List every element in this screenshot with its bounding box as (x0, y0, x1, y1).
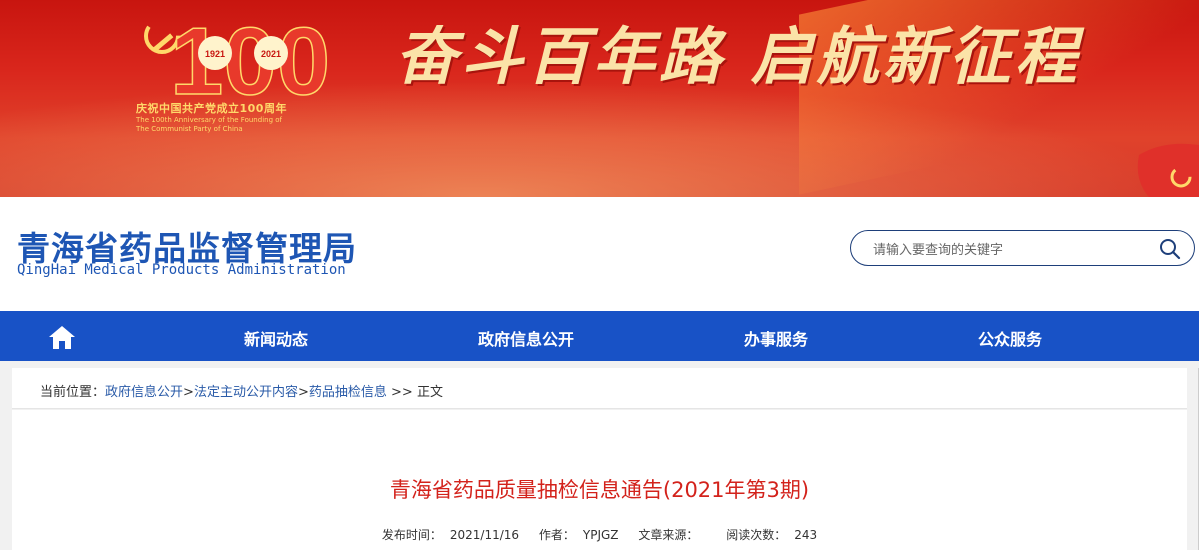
top-banner: 100 1921 2021 庆祝中国共产党成立100周年 The 100th A… (0, 0, 1199, 197)
nav-item-services[interactable]: 办事服务 (744, 326, 808, 350)
search-icon[interactable] (1158, 237, 1182, 261)
logo-caption-en-2: The Communist Party of China (136, 125, 243, 133)
site-header: 青海省药品监督管理局 QingHai Medical Products Admi… (0, 197, 1199, 311)
views-count: 243 (794, 528, 818, 542)
search-box (850, 230, 1195, 266)
banner-slogan: 奋斗百年路 启航新征程 (395, 20, 1081, 93)
article-panel: 青海省药品质量抽检信息通告(2021年第3期) 发布时间： 2021/11/16 … (12, 410, 1187, 550)
main-nav: 新闻动态 政府信息公开 办事服务 公众服务 (0, 311, 1199, 361)
breadcrumb: 当前位置：政府信息公开>法定主动公开内容>药品抽检信息 >> 正文 (40, 381, 443, 400)
publish-date: 2021/11/16 (449, 528, 520, 542)
site-subtitle: QingHai Medical Products Administration (17, 262, 346, 278)
article-title: 青海省药品质量抽检信息通告(2021年第3期) (389, 478, 810, 502)
breadcrumb-bar: 当前位置：政府信息公开>法定主动公开内容>药品抽检信息 >> 正文 (12, 368, 1187, 409)
nav-item-gov-info[interactable]: 政府信息公开 (478, 326, 574, 350)
breadcrumb-tail-separator: >> (386, 385, 417, 400)
logo-caption-en-1: The 100th Anniversary of the Founding of (136, 116, 282, 124)
breadcrumb-current: 正文 (416, 385, 443, 400)
logo-caption: 庆祝中国共产党成立100周年 The 100th Anniversary of … (136, 100, 336, 134)
nav-item-news[interactable]: 新闻动态 (244, 326, 308, 350)
logo-year-2021: 2021 (261, 49, 281, 59)
breadcrumb-link-drug-inspection[interactable]: 药品抽检信息 (309, 385, 387, 400)
article-meta: 发布时间： 2021/11/16 作者： YPJGZ 文章来源： 阅读次数： 243 (12, 526, 1187, 543)
logo-number-1: 100 (170, 8, 330, 115)
logo-year-1921: 1921 (205, 49, 225, 59)
breadcrumb-link-public-content[interactable]: 法定主动公开内容 (194, 385, 298, 400)
views-label: 阅读次数： (726, 528, 787, 542)
publish-label: 发布时间： (381, 528, 442, 542)
breadcrumb-prefix: 当前位置： (40, 385, 106, 400)
logo-caption-cn: 庆祝中国共产党成立100周年 (136, 102, 287, 115)
author-value: YPJGZ (582, 528, 619, 542)
breadcrumb-separator: > (183, 385, 194, 400)
breadcrumb-separator: > (297, 385, 309, 400)
search-input[interactable] (871, 237, 1145, 261)
source-label: 文章来源： (638, 528, 699, 542)
nav-item-public[interactable]: 公众服务 (978, 326, 1042, 350)
party-flag-icon (1137, 143, 1199, 197)
breadcrumb-link-gov-info[interactable]: 政府信息公开 (105, 385, 183, 400)
author-label: 作者： (538, 528, 575, 542)
home-icon[interactable] (48, 324, 76, 350)
